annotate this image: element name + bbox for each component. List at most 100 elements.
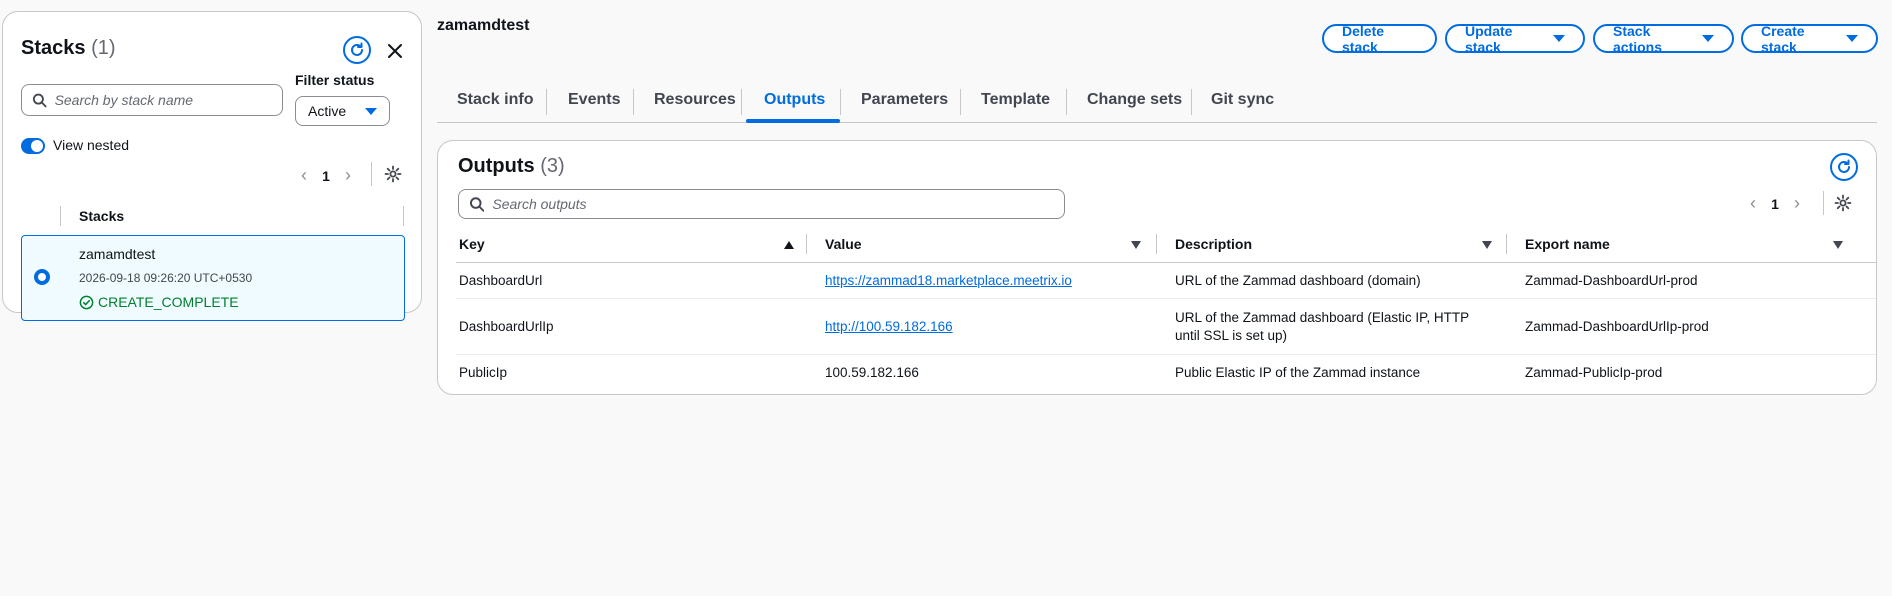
active-tab-indicator: [746, 119, 840, 123]
output-description: URL of the Zammad dashboard (domain): [1175, 273, 1421, 288]
next-page-icon[interactable]: ›: [337, 165, 359, 186]
next-page-icon[interactable]: ›: [1786, 193, 1808, 214]
tab-events[interactable]: Events: [568, 91, 620, 109]
row-divider: [456, 298, 1876, 299]
column-divider[interactable]: [1156, 234, 1157, 254]
tab-parameters[interactable]: Parameters: [861, 91, 948, 109]
output-description: Public Elastic IP of the Zammad instance: [1175, 365, 1421, 380]
outputs-preferences-button[interactable]: [1833, 193, 1853, 213]
success-check-icon: [79, 295, 94, 309]
stack-actions-button[interactable]: Stack actions: [1593, 22, 1734, 55]
view-nested-toggle[interactable]: [21, 138, 45, 154]
sort-icon[interactable]: [1482, 241, 1492, 249]
refresh-stacks-button[interactable]: [343, 36, 371, 64]
view-nested-label: View nested: [53, 137, 130, 153]
column-header-export-name[interactable]: Export name: [1525, 236, 1610, 252]
stack-radio-selected[interactable]: [34, 269, 50, 285]
outputs-search-field[interactable]: [458, 189, 1065, 219]
close-panel-button[interactable]: [383, 39, 407, 63]
column-header-key[interactable]: Key: [459, 236, 485, 252]
stacks-preferences-button[interactable]: [383, 164, 403, 184]
page-title: zamamdtest: [437, 17, 530, 34]
stack-status-text: CREATE_COMPLETE: [98, 294, 239, 310]
column-divider[interactable]: [806, 234, 807, 254]
tab-divider: [633, 89, 634, 115]
sort-icon[interactable]: [1833, 241, 1843, 249]
stacks-count: (1): [91, 37, 116, 59]
stacks-panel-title: Stacks (1): [21, 37, 116, 60]
caret-down-icon: [1553, 35, 1565, 42]
outputs-pagination: ‹ 1 ›: [1742, 193, 1808, 214]
column-divider: [60, 206, 61, 226]
stack-actions-label: Stack actions: [1613, 22, 1663, 55]
refresh-icon: [351, 42, 363, 56]
row-divider: [456, 354, 1876, 355]
delete-stack-button[interactable]: Delete stack: [1322, 22, 1437, 55]
current-page-number[interactable]: 1: [1764, 196, 1786, 212]
output-value-link[interactable]: http://100.59.182.166: [825, 319, 953, 334]
gear-icon: [1834, 194, 1852, 212]
column-header-description[interactable]: Description: [1175, 236, 1252, 252]
stacks-panel: Stacks (1) Filter status Active View nes…: [2, 11, 422, 321]
previous-page-icon[interactable]: ‹: [293, 165, 315, 186]
outputs-panel: Outputs (3) ‹ 1 › Key Value Description …: [437, 140, 1877, 395]
output-export-name: Zammad-DashboardUrl-prod: [1525, 273, 1698, 288]
stack-timestamp: 2026-09-18 09:26:20 UTC+0530: [79, 271, 253, 285]
output-value-link[interactable]: https://zammad18.marketplace.meetrix.io: [825, 273, 1072, 288]
stack-search-input[interactable]: [54, 92, 282, 108]
output-export-name: Zammad-PublicIp-prod: [1525, 365, 1663, 380]
tab-outputs[interactable]: Outputs: [764, 91, 825, 109]
stack-status: CREATE_COMPLETE: [79, 294, 239, 310]
output-value: 100.59.182.166: [825, 365, 919, 380]
tab-stack-info[interactable]: Stack info: [457, 91, 533, 109]
current-page-number[interactable]: 1: [315, 168, 337, 184]
filter-status-label: Filter status: [295, 72, 375, 88]
filter-status-select[interactable]: Active: [295, 96, 390, 126]
delete-stack-label: Delete stack: [1342, 22, 1385, 55]
tab-resources[interactable]: Resources: [654, 91, 736, 109]
output-key: PublicIp: [459, 365, 508, 380]
tab-divider: [1191, 89, 1192, 115]
stack-list-item[interactable]: zamamdtest 2026-09-18 09:26:20 UTC+0530 …: [21, 235, 405, 321]
column-header-value[interactable]: Value: [825, 236, 862, 252]
gear-icon: [384, 165, 402, 183]
stack-detail-tabs: Stack info Events Resources Outputs Para…: [437, 85, 1877, 123]
tab-divider: [546, 89, 547, 115]
output-description: URL of the Zammad dashboard (Elastic IP,…: [1175, 310, 1469, 343]
stack-search-field[interactable]: [21, 84, 283, 116]
tab-change-sets[interactable]: Change sets: [1087, 91, 1182, 109]
previous-page-icon[interactable]: ‹: [1742, 193, 1764, 214]
column-divider: [403, 206, 404, 226]
divider: [1823, 191, 1824, 215]
outputs-title-text: Outputs: [458, 155, 535, 177]
divider: [371, 162, 372, 186]
refresh-icon: [1838, 159, 1850, 173]
outputs-title: Outputs (3): [458, 155, 565, 178]
output-key: DashboardUrl: [459, 273, 543, 288]
stacks-pagination: ‹ 1 ›: [293, 165, 359, 186]
refresh-outputs-button[interactable]: [1830, 153, 1858, 181]
create-stack-label: Create stack: [1761, 22, 1805, 55]
update-stack-button[interactable]: Update stack: [1445, 22, 1585, 55]
column-divider[interactable]: [1506, 234, 1507, 254]
tab-divider: [1066, 89, 1067, 115]
outputs-count: (3): [540, 155, 565, 177]
stack-name[interactable]: zamamdtest: [79, 246, 155, 262]
tab-divider: [840, 89, 841, 115]
tab-git-sync[interactable]: Git sync: [1211, 91, 1274, 109]
create-stack-button[interactable]: Create stack: [1741, 22, 1878, 55]
sort-ascending-icon[interactable]: [784, 241, 794, 249]
tab-divider: [960, 89, 961, 115]
sort-icon[interactable]: [1131, 241, 1141, 249]
table-header-divider: [456, 262, 1876, 263]
caret-down-icon: [1702, 35, 1714, 42]
outputs-search-input[interactable]: [492, 196, 1064, 212]
close-icon: [388, 44, 402, 58]
update-stack-label: Update stack: [1465, 22, 1513, 55]
tab-template[interactable]: Template: [981, 91, 1050, 109]
tab-divider: [741, 89, 742, 115]
output-export-name: Zammad-DashboardUrlIp-prod: [1525, 319, 1709, 334]
filter-status-value: Active: [308, 103, 347, 119]
caret-down-icon: [1846, 35, 1858, 42]
output-key: DashboardUrlIp: [459, 319, 554, 334]
